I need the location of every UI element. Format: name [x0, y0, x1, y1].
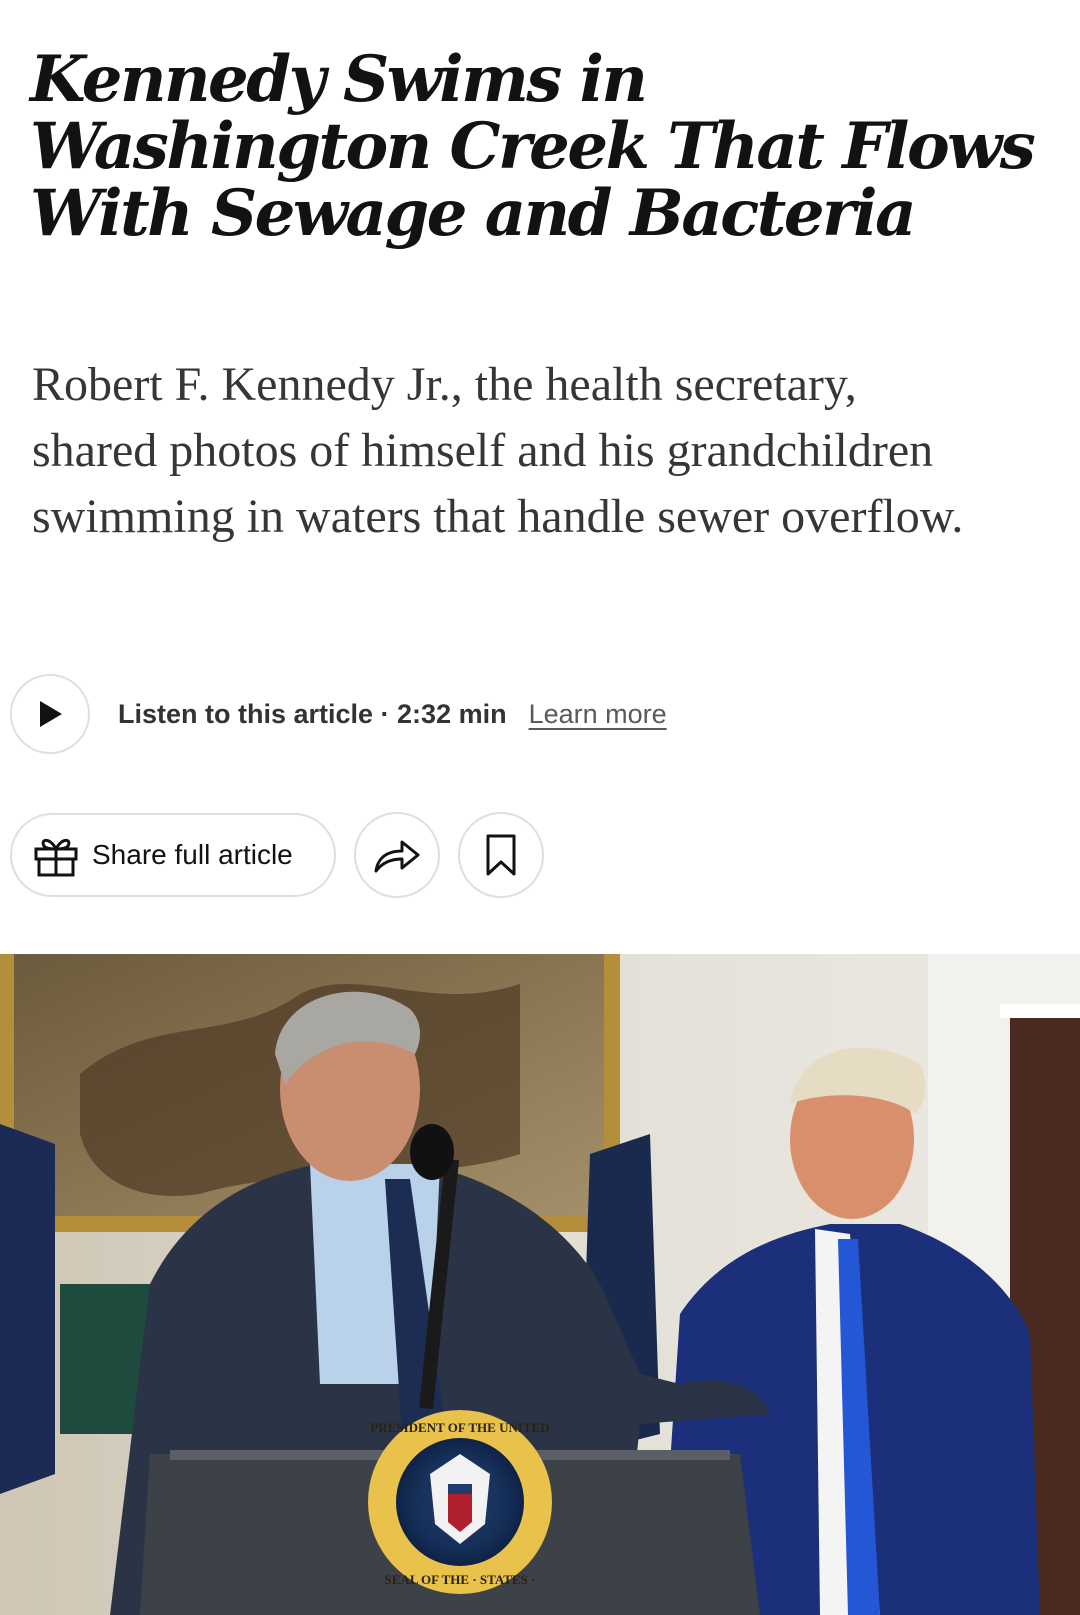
share-button[interactable]: [354, 812, 440, 898]
play-icon: [40, 701, 62, 727]
share-label: Share full article: [92, 839, 293, 870]
play-button[interactable]: [10, 674, 90, 754]
seal-text-top: PRESIDENT OF THE UNITED: [370, 1420, 549, 1435]
gift-icon: [34, 838, 78, 877]
headline: Kennedy Swims in Washington Creek That F…: [30, 42, 1036, 251]
audio-player: Listen to this article · 2:32 min Learn …: [10, 672, 667, 756]
seal-text-bottom: SEAL OF THE · STATES ·: [385, 1572, 536, 1587]
share-full-article-button[interactable]: Share full article: [10, 813, 336, 897]
share-arrow-icon: [374, 840, 420, 873]
article-summary: Robert F. Kennedy Jr., the health secret…: [32, 358, 964, 543]
article-photo: PRESIDENT OF THE UNITED SEAL OF THE · ST…: [0, 954, 1080, 1615]
article-actions: Share full article: [10, 812, 544, 898]
listen-label: Listen to this article · 2:32 min: [118, 698, 507, 729]
bookmark-button[interactable]: [458, 812, 544, 898]
bookmark-icon: [486, 834, 516, 876]
learn-more-link[interactable]: Learn more: [529, 699, 667, 730]
